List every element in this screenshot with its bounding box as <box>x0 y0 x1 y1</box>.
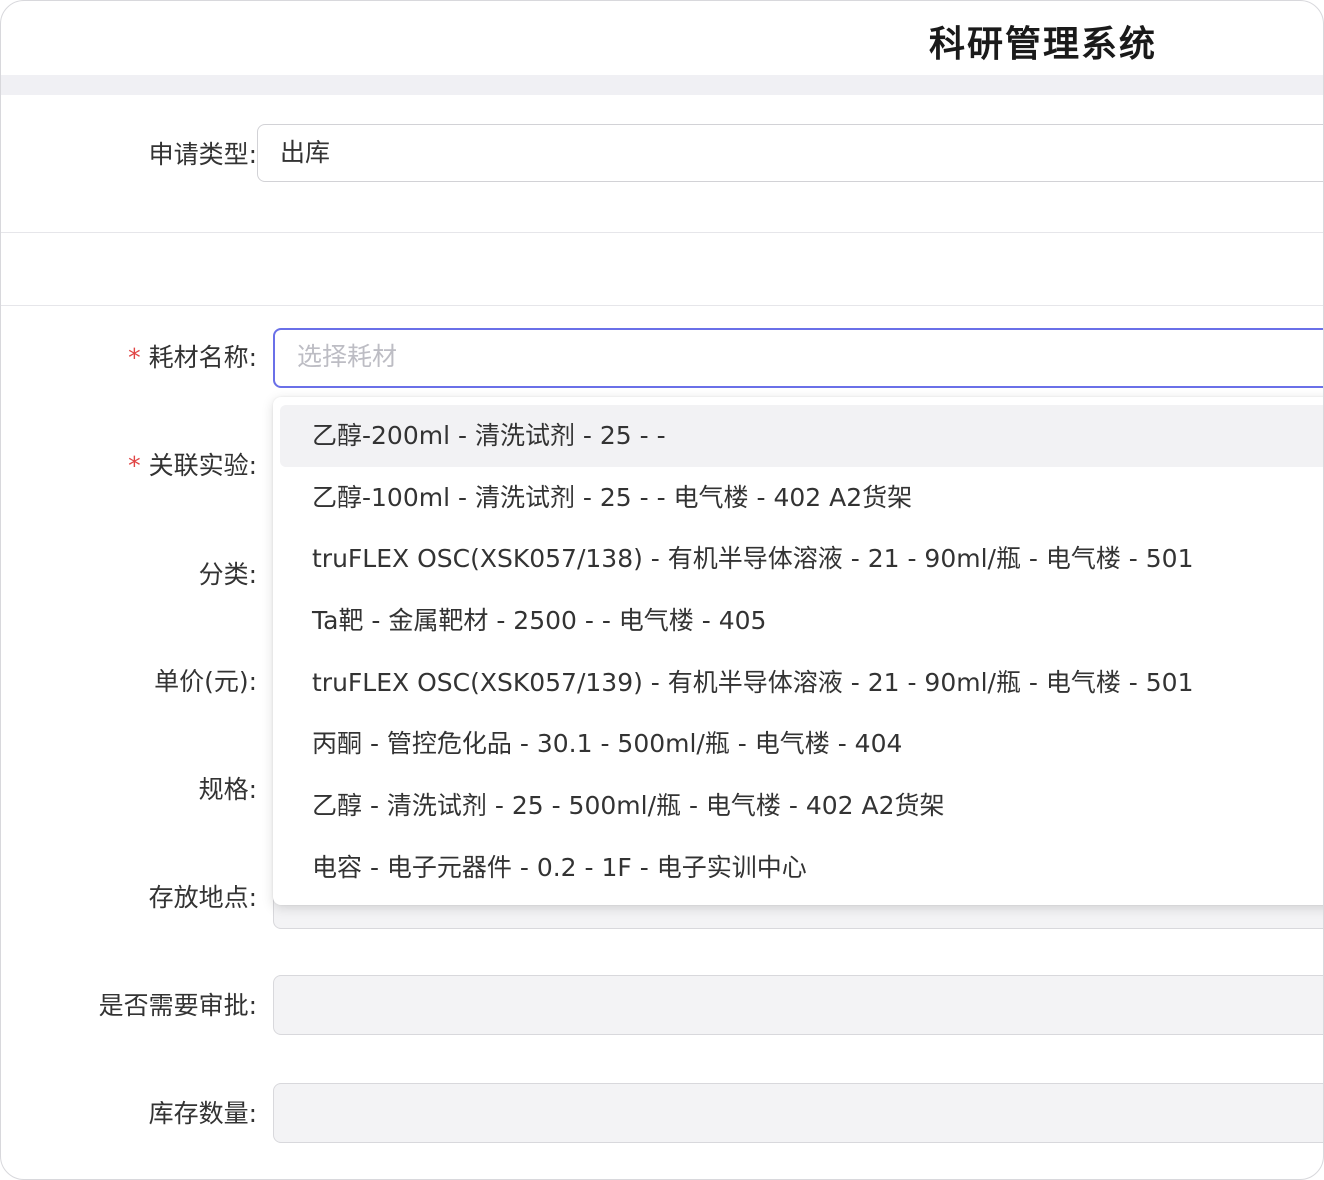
material-name-label-text: 耗材名称: <box>148 343 257 372</box>
app-title: 科研管理系统 <box>929 24 1158 65</box>
spec-label: 规格: <box>198 775 257 804</box>
related-experiment-label: * 关联实验: <box>128 451 257 481</box>
need-approval-field <box>273 975 1323 1035</box>
section-divider-top <box>1 232 1323 233</box>
dropdown-option[interactable]: truFLEX OSC(XSK057/139) - 有机半导体溶液 - 21 -… <box>280 652 1323 714</box>
dropdown-option[interactable]: 乙醇-200ml - 清洗试剂 - 25 - - <box>280 405 1323 467</box>
dropdown-option[interactable]: truFLEX OSC(XSK057/138) - 有机半导体溶液 - 21 -… <box>280 528 1323 590</box>
dropdown-option[interactable]: 乙醇-100ml - 清洗试剂 - 25 - - 电气楼 - 402 A2货架 <box>280 467 1323 529</box>
unit-price-label: 单价(元): <box>154 667 257 696</box>
material-name-label: * 耗材名称: <box>128 343 257 373</box>
dropdown-option[interactable]: Ta靶 - 金属靶材 - 2500 - - 电气楼 - 405 <box>280 590 1323 652</box>
required-marker: * <box>128 451 141 480</box>
dropdown-option[interactable]: 乙醇 - 清洗试剂 - 25 - 500ml/瓶 - 电气楼 - 402 A2货… <box>280 775 1323 837</box>
related-experiment-label-text: 关联实验: <box>148 451 257 480</box>
dropdown-option[interactable]: 电容 - 电子元器件 - 0.2 - 1F - 电子实训中心 <box>280 837 1323 899</box>
required-marker: * <box>128 343 141 372</box>
category-label: 分类: <box>198 560 257 589</box>
location-label: 存放地点: <box>148 883 257 912</box>
stock-quantity-label: 库存数量: <box>148 1099 257 1128</box>
material-dropdown: 乙醇-200ml - 清洗试剂 - 25 - - 乙醇-100ml - 清洗试剂… <box>273 397 1323 905</box>
material-select-input[interactable]: 选择耗材 <box>273 328 1323 388</box>
dropdown-option[interactable]: 丙酮 - 管控危化品 - 30.1 - 500ml/瓶 - 电气楼 - 404 <box>280 713 1323 775</box>
apply-type-label: 申请类型: <box>148 140 257 169</box>
section-divider-bottom <box>1 305 1323 306</box>
header-divider-band <box>1 75 1323 95</box>
need-approval-label: 是否需要审批: <box>98 991 257 1020</box>
apply-type-field[interactable]: 出库 <box>257 124 1323 182</box>
app-window: 科研管理系统 申请类型: 出库 * 耗材名称: 选择耗材 * 关联实验: 分类: 单… <box>0 0 1324 1180</box>
stock-quantity-field <box>273 1083 1323 1143</box>
